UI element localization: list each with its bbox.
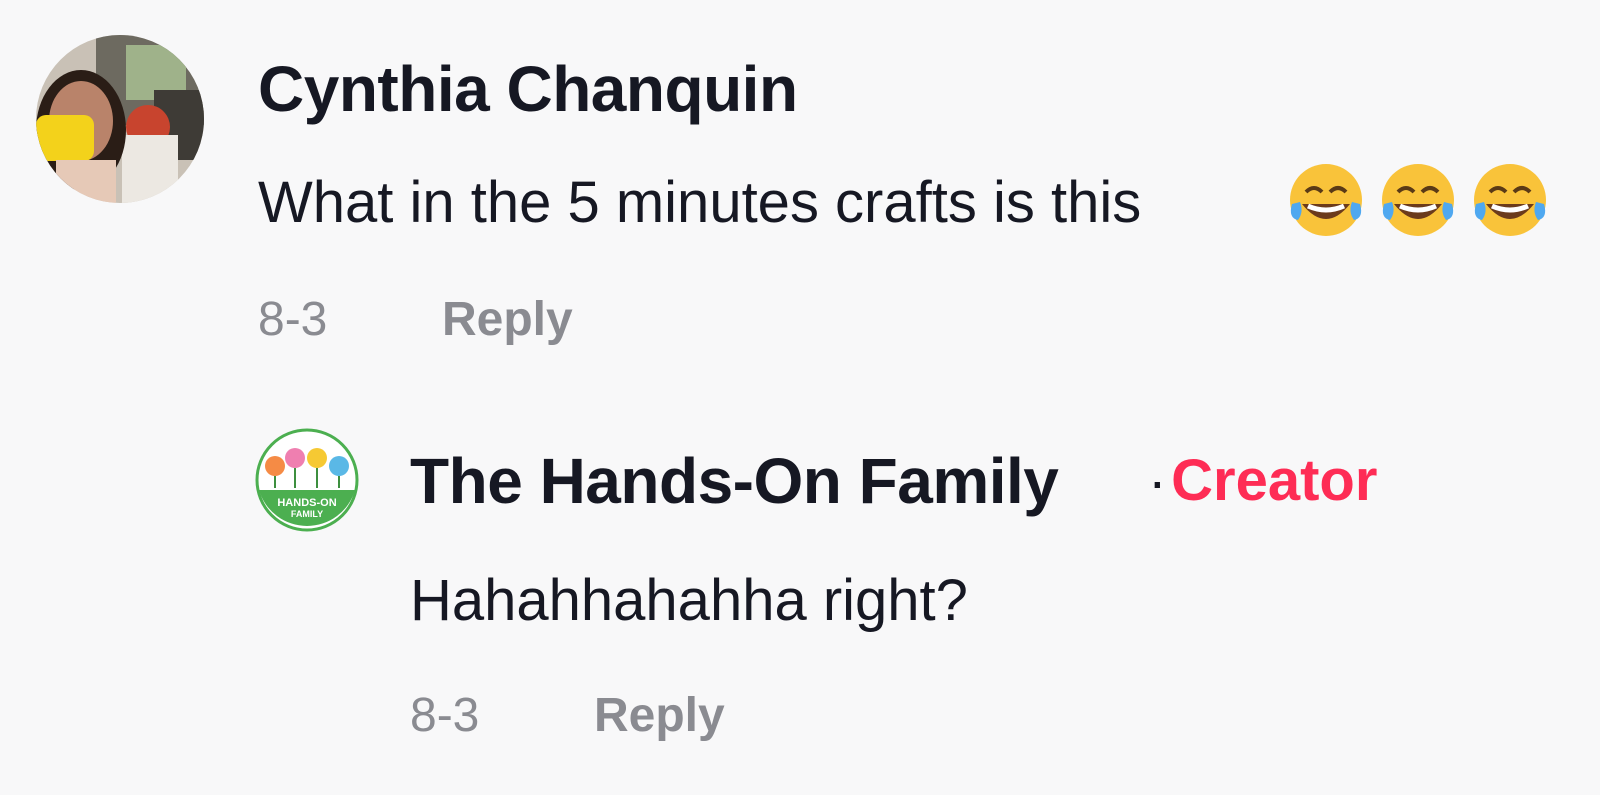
comment-text: What in the 5 minutes crafts is this: [258, 170, 1142, 235]
avatar[interactable]: HANDS-ON FAMILY: [255, 428, 359, 532]
creator-badge: Creator: [1171, 448, 1378, 513]
comment-username[interactable]: Cynthia Chanquin: [258, 57, 798, 121]
comment-username[interactable]: The Hands-On Family: [410, 449, 1059, 513]
emoji-group: [1284, 158, 1552, 242]
laughing-emoji-icon: [1290, 164, 1362, 236]
reply-button[interactable]: Reply: [594, 692, 725, 740]
profile-photo: [36, 35, 204, 203]
creator-label-group: · Creator: [1148, 452, 1377, 510]
logo-text-line1: HANDS-ON: [277, 497, 336, 509]
laughing-emoji-icon: [1382, 164, 1454, 236]
comment-text: Hahahhahahha right?: [410, 568, 968, 633]
separator-dot: ·: [1148, 449, 1167, 512]
reply-button[interactable]: Reply: [442, 296, 573, 344]
logo-text-line2: FAMILY: [291, 509, 323, 519]
laughing-emoji-icon: [1474, 164, 1546, 236]
avatar[interactable]: [36, 35, 204, 203]
hands-on-family-logo-icon: HANDS-ON FAMILY: [255, 428, 359, 532]
comment-date: 8-3: [258, 293, 328, 346]
comment-date: 8-3: [410, 689, 480, 742]
